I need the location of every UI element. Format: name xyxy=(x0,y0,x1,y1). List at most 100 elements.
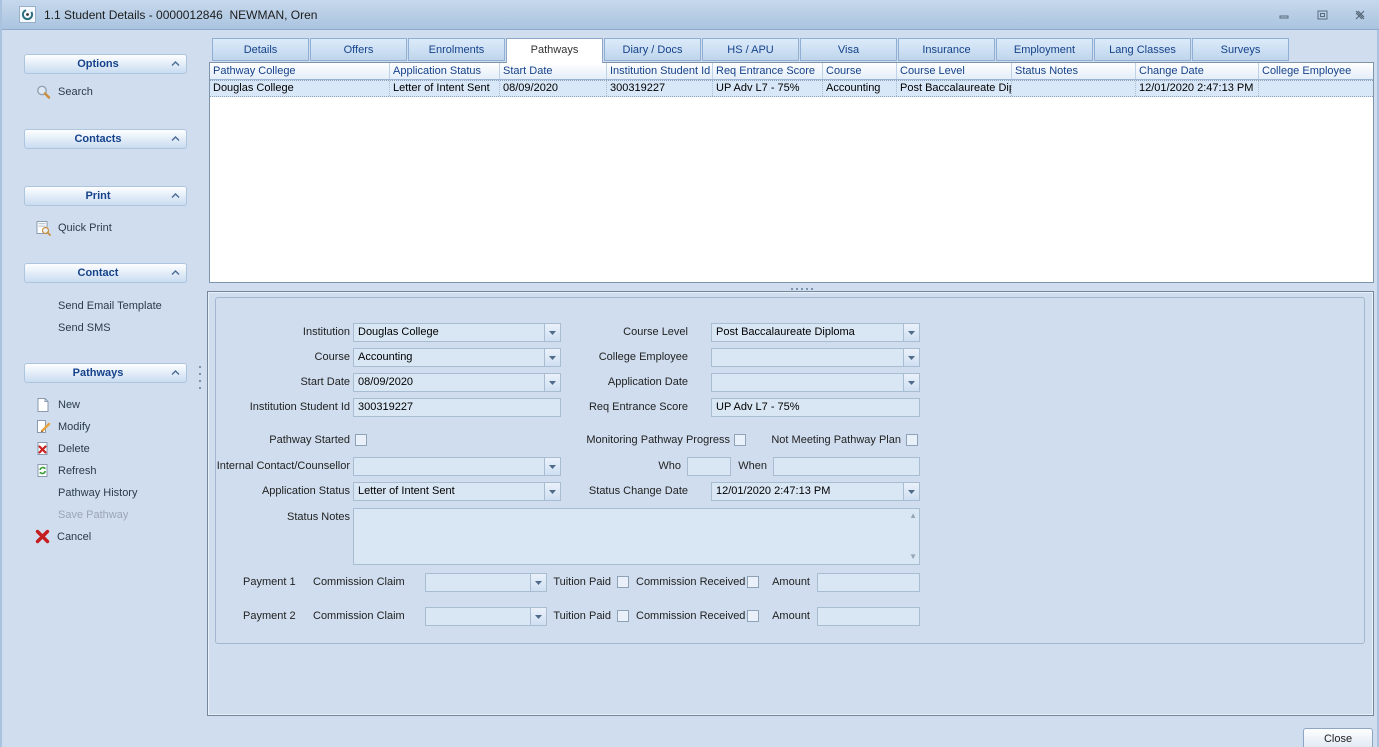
payment1-amount-field[interactable] xyxy=(817,573,920,592)
tab-details[interactable]: Details xyxy=(212,38,309,61)
close-button[interactable]: Close xyxy=(1303,728,1373,747)
tab-hs-apu[interactable]: HS / APU xyxy=(702,38,799,61)
chevron-up-icon xyxy=(171,193,180,199)
not-meeting-pathway-plan-label: Not Meeting Pathway Plan xyxy=(701,431,901,450)
pathway-detail-panel: Institution Douglas College Course Level… xyxy=(207,291,1374,716)
close-window-button[interactable] xyxy=(1351,7,1369,23)
chevron-up-icon xyxy=(171,61,180,67)
status-change-date-combo[interactable]: 12/01/2020 2:47:13 PM xyxy=(711,482,920,501)
sidebar-item-label: Refresh xyxy=(58,465,97,477)
minimize-button[interactable] xyxy=(1275,7,1293,23)
not-meeting-pathway-plan-checkbox[interactable] xyxy=(906,434,918,446)
column-header[interactable]: Course xyxy=(823,63,897,79)
chevron-down-icon[interactable] xyxy=(903,324,919,341)
sidebar-item-refresh[interactable]: Refresh xyxy=(35,462,97,479)
chevron-down-icon[interactable] xyxy=(530,574,546,591)
internal-contact-label: Internal Contact/Counsellor xyxy=(208,457,350,476)
scroll-down-icon[interactable]: ▼ xyxy=(909,553,917,561)
column-header[interactable]: Start Date xyxy=(500,63,607,79)
tab-pathways[interactable]: Pathways xyxy=(506,38,603,63)
req-entrance-score-field[interactable]: UP Adv L7 - 75% xyxy=(711,398,920,417)
sidebar-item-cancel[interactable]: Cancel xyxy=(35,528,91,545)
tab-employment[interactable]: Employment xyxy=(996,38,1093,61)
sidebar-item-send-sms[interactable]: Send SMS xyxy=(58,319,111,336)
course-level-combo[interactable]: Post Baccalaureate Diploma xyxy=(711,323,920,342)
sidebar-splitter[interactable] xyxy=(199,366,201,368)
sidebar-item-label: Modify xyxy=(58,421,90,433)
tab-enrolments[interactable]: Enrolments xyxy=(408,38,505,61)
chevron-down-icon[interactable] xyxy=(903,374,919,391)
section-title: Contacts xyxy=(25,133,171,145)
column-header[interactable]: Application Status xyxy=(390,63,500,79)
restore-button[interactable] xyxy=(1313,7,1331,23)
payment2-commission-claim-combo[interactable] xyxy=(425,607,547,626)
sidebar-item-label: Search xyxy=(58,86,93,98)
who-field[interactable] xyxy=(687,457,731,476)
payment1-tuition-paid-checkbox[interactable] xyxy=(617,576,629,588)
column-header[interactable]: Course Level xyxy=(897,63,1012,79)
cell-req-entrance-score: UP Adv L7 - 75% xyxy=(713,81,823,96)
column-header[interactable]: Pathway College xyxy=(210,63,390,79)
sidebar-section-contacts[interactable]: Contacts xyxy=(24,129,187,149)
tab-insurance[interactable]: Insurance xyxy=(898,38,995,61)
cell-application-status: Letter of Intent Sent xyxy=(390,81,500,96)
payment1-commission-received-checkbox[interactable] xyxy=(747,576,759,588)
payment2-commission-received-checkbox[interactable] xyxy=(747,610,759,622)
column-header[interactable]: College Employee xyxy=(1259,63,1373,79)
sidebar-item-label: Send Email Template xyxy=(58,300,162,312)
internal-contact-combo[interactable] xyxy=(353,457,561,476)
payment2-tuition-paid-checkbox[interactable] xyxy=(617,610,629,622)
column-header[interactable]: Institution Student Id xyxy=(607,63,713,79)
sidebar-section-options[interactable]: Options xyxy=(24,54,187,74)
red-x-icon xyxy=(35,529,50,544)
institution-student-id-label: Institution Student Id xyxy=(208,398,350,417)
column-header[interactable]: Change Date xyxy=(1136,63,1259,79)
chevron-down-icon[interactable] xyxy=(544,458,560,475)
tab-diary-docs[interactable]: Diary / Docs xyxy=(604,38,701,61)
chevron-down-icon[interactable] xyxy=(903,349,919,366)
sidebar-item-new[interactable]: New xyxy=(35,396,80,413)
application-date-label: Application Date xyxy=(488,373,688,392)
column-header[interactable]: Req Entrance Score xyxy=(713,63,823,79)
cell-institution-student-id: 300319227 xyxy=(607,81,713,96)
sidebar-item-label: Pathway History xyxy=(58,487,137,499)
sidebar-item-modify[interactable]: Modify xyxy=(35,418,90,435)
course-level-label: Course Level xyxy=(488,323,688,342)
column-header[interactable]: Status Notes xyxy=(1012,63,1136,79)
status-notes-label: Status Notes xyxy=(208,508,350,527)
scroll-up-icon[interactable]: ▲ xyxy=(909,512,917,520)
pathway-started-label: Pathway Started xyxy=(208,431,350,450)
section-title: Contact xyxy=(25,267,171,279)
when-field[interactable] xyxy=(773,457,920,476)
sidebar-section-pathways[interactable]: Pathways xyxy=(24,363,187,383)
title-bar[interactable]: 1.1 Student Details - 0000012846 NEWMAN,… xyxy=(2,0,1379,30)
status-notes-field[interactable]: ▲ ▼ xyxy=(353,508,920,565)
sidebar-item-search[interactable]: Search xyxy=(35,83,93,100)
pathway-started-checkbox[interactable] xyxy=(355,434,367,446)
cell-course-level: Post Baccalaureate Diploma xyxy=(897,81,1012,96)
tab-offers[interactable]: Offers xyxy=(310,38,407,61)
start-date-label: Start Date xyxy=(208,373,350,392)
application-date-combo[interactable] xyxy=(711,373,920,392)
sidebar-section-contact[interactable]: Contact xyxy=(24,263,187,283)
college-employee-label: College Employee xyxy=(488,348,688,367)
payment2-commission-claim-label: Commission Claim xyxy=(313,607,399,626)
payment1-commission-claim-combo[interactable] xyxy=(425,573,547,592)
chevron-down-icon[interactable] xyxy=(530,608,546,625)
tab-lang-classes[interactable]: Lang Classes xyxy=(1094,38,1191,61)
cell-course: Accounting xyxy=(823,81,897,96)
chevron-down-icon[interactable] xyxy=(903,483,919,500)
sidebar-item-pathway-history[interactable]: Pathway History xyxy=(58,484,137,501)
section-title: Pathways xyxy=(25,367,171,379)
sidebar-item-delete[interactable]: Delete xyxy=(35,440,90,457)
sidebar-item-send-email-template[interactable]: Send Email Template xyxy=(58,297,162,314)
college-employee-combo[interactable] xyxy=(711,348,920,367)
sidebar-item-quick-print[interactable]: Quick Print xyxy=(35,219,112,236)
payment2-amount-field[interactable] xyxy=(817,607,920,626)
tab-strip: Details Offers Enrolments Pathways Diary… xyxy=(212,38,1290,62)
table-row[interactable]: Douglas College Letter of Intent Sent 08… xyxy=(210,80,1373,97)
tab-surveys[interactable]: Surveys xyxy=(1192,38,1289,61)
chevron-up-icon xyxy=(171,136,180,142)
tab-visa[interactable]: Visa xyxy=(800,38,897,61)
sidebar-section-print[interactable]: Print xyxy=(24,186,187,206)
